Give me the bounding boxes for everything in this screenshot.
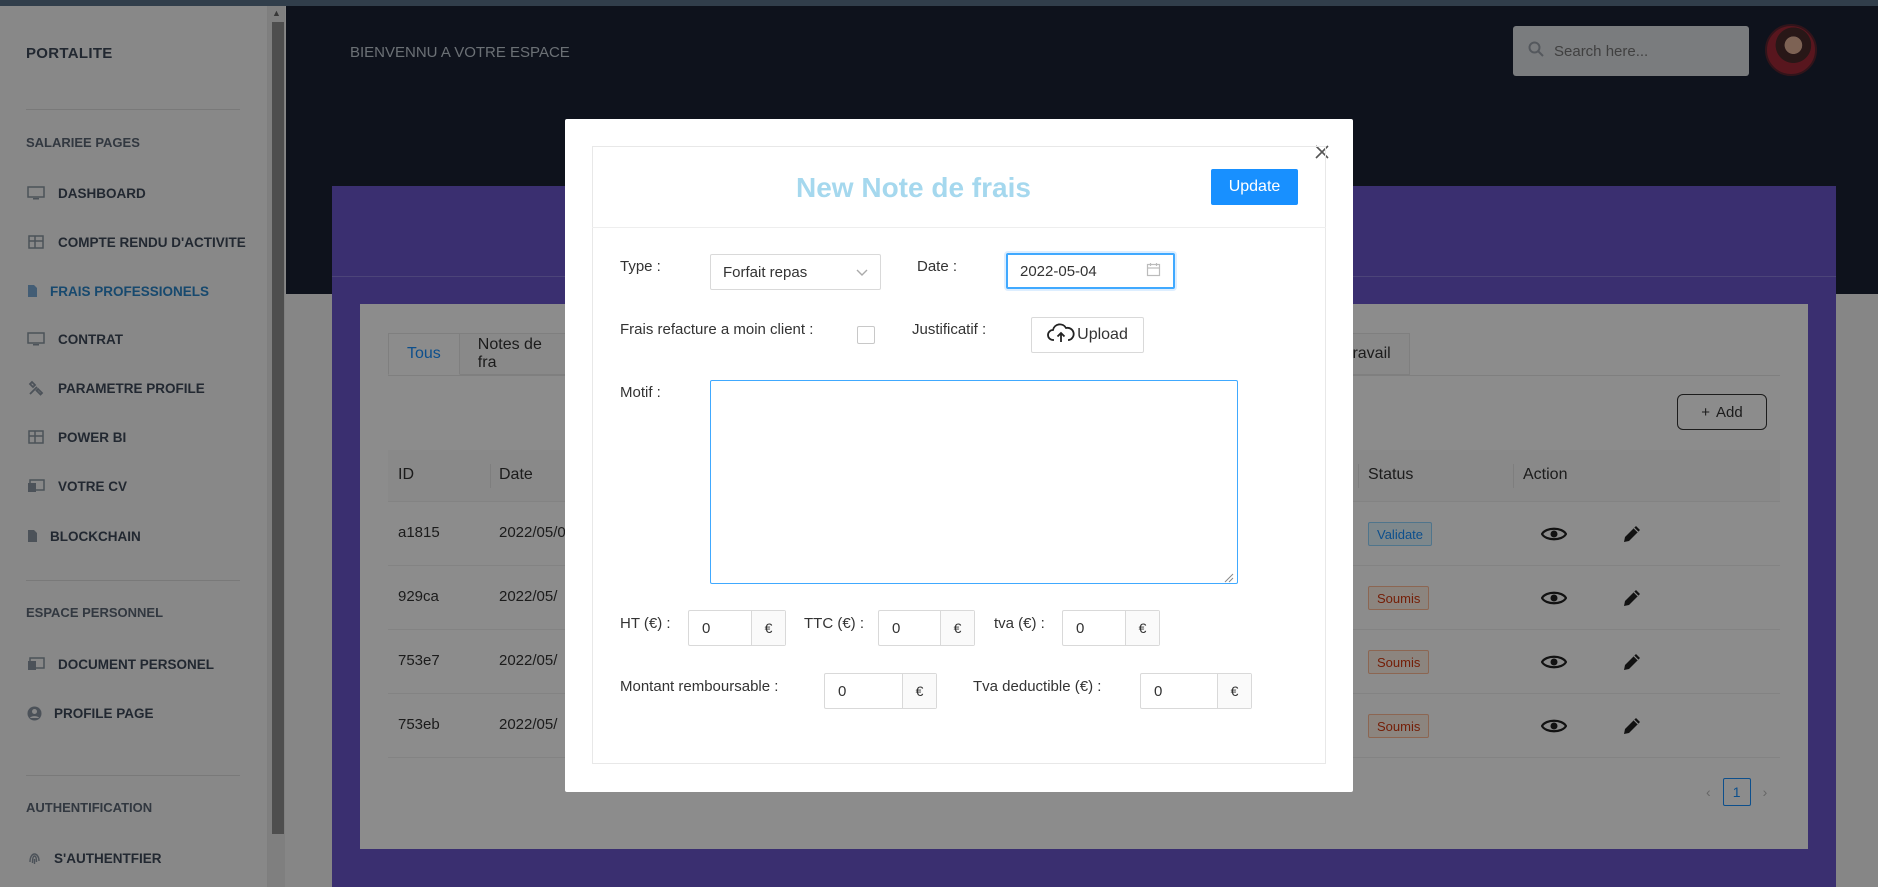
chevron-down-icon bbox=[856, 264, 868, 281]
ht-label: HT (€) : bbox=[620, 615, 671, 632]
type-select[interactable]: Forfait repas bbox=[710, 254, 881, 290]
euro-addon: € bbox=[751, 611, 785, 645]
ttc-label: TTC (€) : bbox=[804, 615, 864, 632]
refacture-label: Frais refacture a moin client : bbox=[620, 321, 814, 338]
tva-deductible-value: 0 bbox=[1154, 682, 1163, 700]
upload-button[interactable]: Upload bbox=[1031, 317, 1144, 353]
date-picker[interactable]: 2022-05-04 bbox=[1006, 253, 1175, 289]
form-header-divider bbox=[592, 227, 1326, 228]
euro-addon: € bbox=[940, 611, 974, 645]
montant-value: 0 bbox=[838, 682, 847, 700]
modal-title: New Note de frais bbox=[796, 172, 1031, 203]
montant-label: Montant remboursable : bbox=[620, 678, 779, 695]
ttc-value: 0 bbox=[892, 619, 901, 637]
euro-addon: € bbox=[1217, 674, 1251, 708]
justificatif-label: Justificatif : bbox=[912, 321, 987, 338]
tva-label: tva (€) : bbox=[994, 615, 1045, 632]
date-value: 2022-05-04 bbox=[1020, 262, 1097, 280]
euro-addon: € bbox=[1125, 611, 1159, 645]
euro-addon: € bbox=[902, 674, 936, 708]
ht-value: 0 bbox=[702, 619, 711, 637]
refacture-checkbox[interactable] bbox=[857, 326, 875, 344]
upload-label: Upload bbox=[1077, 326, 1128, 343]
resize-grip-icon[interactable] bbox=[1224, 570, 1234, 583]
tva-deductible-label: Tva deductible (€) : bbox=[973, 678, 1102, 695]
calendar-icon[interactable] bbox=[1146, 262, 1161, 281]
montant-input[interactable]: 0 € bbox=[824, 673, 937, 709]
type-select-value: Forfait repas bbox=[723, 263, 808, 281]
tva-deductible-input[interactable]: 0 € bbox=[1140, 673, 1252, 709]
motif-label: Motif : bbox=[620, 384, 661, 401]
ttc-input[interactable]: 0 € bbox=[878, 610, 975, 646]
tva-value: 0 bbox=[1076, 619, 1085, 637]
motif-textarea[interactable] bbox=[710, 380, 1238, 584]
tva-input[interactable]: 0 € bbox=[1062, 610, 1160, 646]
type-label: Type : bbox=[620, 258, 661, 275]
cloud-upload-icon bbox=[1047, 323, 1075, 348]
date-label: Date : bbox=[917, 258, 958, 275]
update-button[interactable]: Update bbox=[1211, 169, 1298, 205]
ht-input[interactable]: 0 € bbox=[688, 610, 786, 646]
